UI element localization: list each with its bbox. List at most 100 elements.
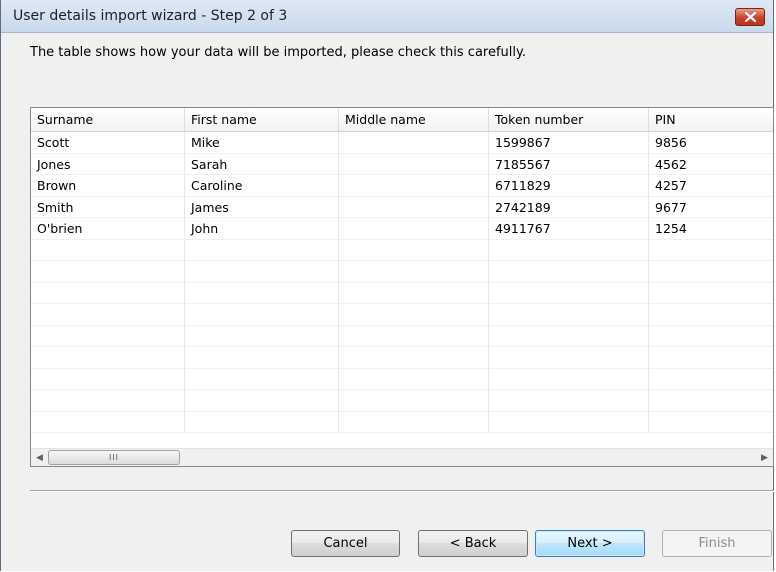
cell-token-number bbox=[489, 304, 649, 325]
cell-token-number: 7185567 bbox=[489, 153, 649, 174]
finish-button: Finish bbox=[662, 530, 772, 557]
scroll-thumb[interactable]: III bbox=[48, 450, 180, 465]
table-row[interactable]: Scott Mike 1599867 9856 bbox=[31, 132, 773, 154]
import-preview-table[interactable]: Surname First name Middle name Token num… bbox=[30, 107, 774, 467]
cell-first-name bbox=[185, 304, 339, 325]
cell-first-name bbox=[185, 390, 339, 411]
close-button[interactable] bbox=[735, 8, 765, 26]
cell-pin bbox=[649, 240, 773, 261]
cell-first-name: James bbox=[185, 196, 339, 217]
cell-middle-name bbox=[339, 239, 489, 260]
cell-first-name bbox=[185, 282, 339, 303]
cell-middle-name bbox=[339, 411, 489, 432]
cell-surname bbox=[31, 390, 185, 411]
cell-pin bbox=[649, 326, 773, 347]
cancel-button[interactable]: Cancel bbox=[291, 530, 400, 557]
cell-first-name bbox=[185, 411, 339, 432]
cell-surname: Smith bbox=[31, 196, 185, 217]
cell-first-name bbox=[185, 261, 339, 282]
column-header-first-name[interactable]: First name bbox=[185, 108, 339, 131]
table-row[interactable]: Brown Caroline 6711829 4257 bbox=[31, 175, 773, 197]
cell-surname bbox=[31, 282, 185, 303]
table-row[interactable]: Jones Sarah 7185567 4562 bbox=[31, 153, 773, 175]
cell-pin: 9856 bbox=[649, 132, 773, 153]
table-row[interactable] bbox=[31, 304, 773, 326]
table-row[interactable] bbox=[31, 368, 773, 390]
cell-middle-name bbox=[339, 325, 489, 346]
scroll-right-button[interactable]: ▶ bbox=[756, 449, 773, 466]
cell-surname bbox=[31, 261, 185, 282]
cell-middle-name bbox=[339, 175, 489, 196]
title-bar[interactable]: User details import wizard - Step 2 of 3 bbox=[1, 0, 773, 33]
cell-first-name: Sarah bbox=[185, 153, 339, 174]
column-header-token-number[interactable]: Token number bbox=[489, 108, 649, 131]
cell-token-number: 6711829 bbox=[489, 175, 649, 196]
cell-token-number bbox=[489, 282, 649, 303]
cell-first-name bbox=[185, 239, 339, 260]
cell-middle-name bbox=[339, 218, 489, 239]
table-row[interactable] bbox=[31, 261, 773, 283]
cell-surname bbox=[31, 347, 185, 368]
cell-token-number bbox=[489, 368, 649, 389]
cell-pin: 9677 bbox=[649, 197, 773, 218]
cell-surname bbox=[31, 325, 185, 346]
cell-pin bbox=[649, 283, 773, 304]
cell-pin bbox=[649, 347, 773, 368]
close-icon bbox=[744, 12, 756, 22]
arrow-left-icon: ◀ bbox=[36, 452, 43, 463]
cell-middle-name bbox=[339, 153, 489, 174]
cell-first-name bbox=[185, 347, 339, 368]
cell-pin bbox=[649, 390, 773, 411]
column-header-middle-name[interactable]: Middle name bbox=[339, 108, 489, 131]
cell-first-name bbox=[185, 368, 339, 389]
table-row[interactable] bbox=[31, 239, 773, 261]
cell-surname: Jones bbox=[31, 153, 185, 174]
cell-token-number: 4911767 bbox=[489, 218, 649, 239]
cell-surname bbox=[31, 239, 185, 260]
cell-middle-name bbox=[339, 282, 489, 303]
cell-middle-name bbox=[339, 390, 489, 411]
table-row[interactable] bbox=[31, 390, 773, 412]
cell-pin bbox=[649, 304, 773, 325]
column-header-pin[interactable]: PIN bbox=[649, 108, 773, 131]
cell-middle-name bbox=[339, 347, 489, 368]
cell-middle-name bbox=[339, 261, 489, 282]
cell-surname bbox=[31, 411, 185, 432]
cell-first-name: Mike bbox=[185, 132, 339, 153]
cell-pin: 4562 bbox=[649, 154, 773, 175]
cell-surname bbox=[31, 304, 185, 325]
cell-first-name bbox=[185, 325, 339, 346]
table-row[interactable] bbox=[31, 325, 773, 347]
next-button[interactable]: Next > bbox=[535, 530, 645, 557]
cell-surname: Brown bbox=[31, 175, 185, 196]
table-row[interactable] bbox=[31, 347, 773, 369]
cell-first-name: John bbox=[185, 218, 339, 239]
cell-pin bbox=[649, 412, 773, 433]
cell-pin: 1254 bbox=[649, 218, 773, 239]
back-button[interactable]: < Back bbox=[418, 530, 528, 557]
cell-surname: O'brien bbox=[31, 218, 185, 239]
cell-middle-name bbox=[339, 196, 489, 217]
column-header-surname[interactable]: Surname bbox=[31, 108, 185, 131]
table-header: Surname First name Middle name Token num… bbox=[31, 108, 773, 132]
table-row[interactable]: O'brien John 4911767 1254 bbox=[31, 218, 773, 240]
horizontal-scrollbar[interactable]: ◀ III ▶ bbox=[31, 448, 773, 466]
cell-middle-name bbox=[339, 132, 489, 153]
table-row[interactable] bbox=[31, 282, 773, 304]
cell-middle-name bbox=[339, 368, 489, 389]
table-row[interactable] bbox=[31, 411, 773, 433]
arrow-right-icon: ▶ bbox=[761, 452, 768, 463]
cell-token-number bbox=[489, 239, 649, 260]
cell-pin bbox=[649, 261, 773, 282]
cell-token-number bbox=[489, 390, 649, 411]
cell-token-number: 1599867 bbox=[489, 132, 649, 153]
cell-token-number bbox=[489, 261, 649, 282]
cell-token-number bbox=[489, 411, 649, 432]
instructions-text: The table shows how your data will be im… bbox=[30, 45, 526, 60]
cell-middle-name bbox=[339, 304, 489, 325]
table-row[interactable]: Smith James 2742189 9677 bbox=[31, 196, 773, 218]
button-divider bbox=[30, 490, 774, 492]
scroll-left-button[interactable]: ◀ bbox=[31, 449, 48, 466]
cell-pin bbox=[649, 369, 773, 390]
cell-token-number bbox=[489, 325, 649, 346]
